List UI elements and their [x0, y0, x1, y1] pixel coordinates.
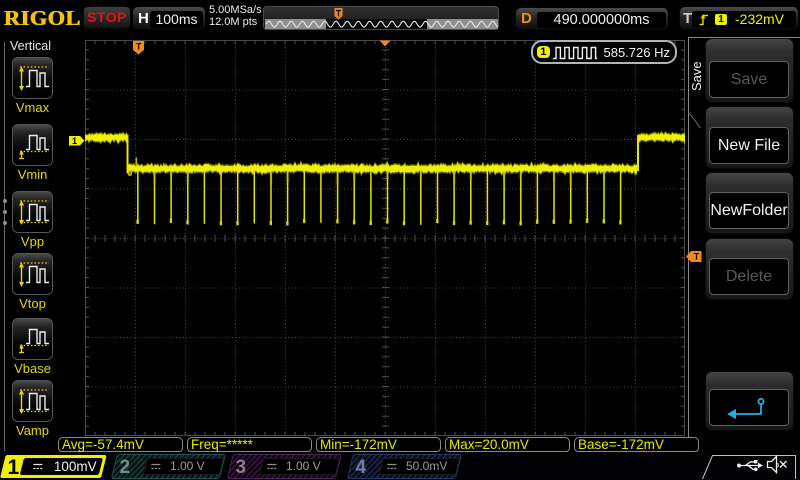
- svg-text:T: T: [136, 42, 142, 52]
- svg-text:T: T: [694, 252, 700, 262]
- svg-text:1: 1: [72, 136, 77, 146]
